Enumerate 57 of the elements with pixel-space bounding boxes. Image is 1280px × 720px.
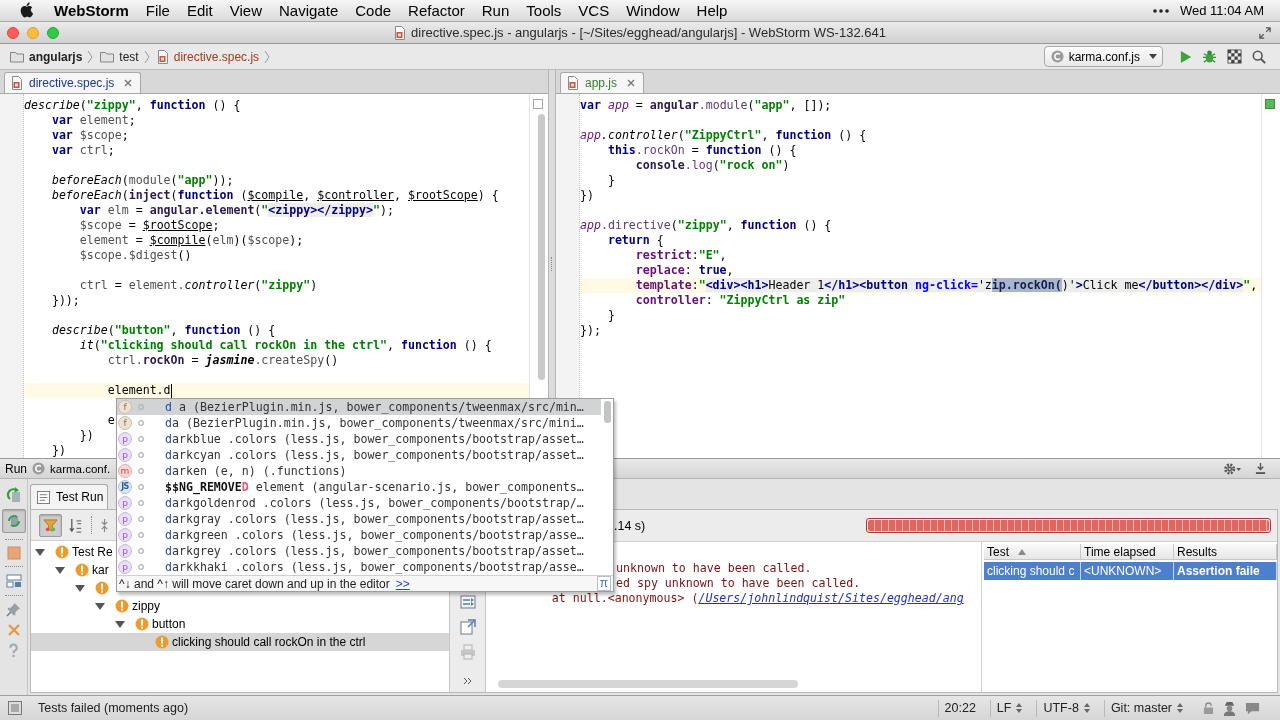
code-line: it("clicking should call rockOn in the ctrl", function () { <box>79 338 492 353</box>
code-line: beforeEach(inject(function ($compile, $controller, $rootScope) { <box>51 188 499 203</box>
type-badge-icon: f <box>118 400 132 414</box>
code-line: this.rockOn = function () { <box>607 143 797 158</box>
code-line: replace: true, <box>635 263 734 278</box>
clock: Wed 11:04 AM <box>1179 3 1264 18</box>
code-line: } <box>607 173 615 188</box>
code-line: ctrl.rockOn = jasmine.createSpy() <box>107 353 339 368</box>
type-badge-icon: p <box>118 448 132 462</box>
code-line: element = $compile(elm)($scope); <box>79 233 304 248</box>
code-line: $scope.$digest() <box>79 248 192 263</box>
code-line: $scope = $rootScope; <box>79 218 220 233</box>
code-line: }) <box>79 428 94 443</box>
status-message: Tests failed (moments ago) <box>38 701 189 715</box>
type-badge-icon: p <box>118 544 132 558</box>
code-line: element.d <box>107 383 171 398</box>
code-line: return { <box>607 233 664 248</box>
type-badge-icon: p <box>118 432 132 446</box>
run-config-name: karma.conf. <box>50 462 111 475</box>
code-line: var ctrl; <box>51 143 115 158</box>
console-line: ed spy unknown to have been called. <box>616 576 861 591</box>
table-cell: Assertion faile <box>1174 562 1277 580</box>
type-badge-icon: f <box>118 416 132 430</box>
code-line: restrict:"E", <box>635 248 727 263</box>
console-line: unknown to have been called. <box>616 561 812 576</box>
table-cell: <UNKNOWN> <box>1081 562 1174 580</box>
console-line: at null.<anonymous> (/Users/johnlindquist/Sites/egghead/ang <box>551 591 964 606</box>
code-line: controller: "ZippyCtrl as zip" <box>635 293 846 308</box>
code-line: var $scope; <box>51 128 129 143</box>
code-line: } <box>607 308 615 323</box>
type-badge-icon: p <box>118 496 132 510</box>
code-line: }) <box>580 188 594 203</box>
code-line: template:"<div><h1>Header 1</h1><button ng-click='zip.rockOn()'>Click me</button></div>", <box>635 278 1258 293</box>
code-line: }) <box>51 443 66 458</box>
code-line: e <box>107 413 115 428</box>
window-title: directive.spec.js - angularjs - [~/Sites/egghead/angularjs] - WebStorm WS-132.641 <box>411 25 886 40</box>
type-badge-icon: p <box>118 560 132 574</box>
code-line: describe("button", function () { <box>51 323 276 338</box>
table-cell: clicking should c <box>984 562 1081 580</box>
code-line: app.directive("zippy", function () { <box>580 218 832 233</box>
type-badge-icon: p <box>118 512 132 526</box>
code-line: var app = angular.module("app", []); <box>580 98 832 113</box>
code-line: beforeEach(module("app")); <box>51 173 234 188</box>
type-badge-icon: JS <box>118 480 132 494</box>
code-line: app.controller("ZippyCtrl", function () { <box>580 128 867 143</box>
code-line: console.log("rock on") <box>635 158 790 173</box>
code-line: describe("zippy", function () { <box>24 98 241 113</box>
type-badge-icon: p <box>118 528 132 542</box>
code-line: ctrl = element.controller("zippy") <box>79 278 318 293</box>
code-line: })); <box>51 293 80 308</box>
code-line: var elm = angular.element("<zippy></zippy>"); <box>79 203 394 218</box>
hint-text: ^↓ and ^↑ will move caret down and up in the editor <box>119 576 390 591</box>
code-line: }); <box>580 323 601 338</box>
tool-window-title: Run <box>5 461 27 476</box>
type-badge-icon: m <box>118 464 132 478</box>
code-line: var element; <box>51 113 136 128</box>
test-summary: .14 s) <box>614 518 646 533</box>
